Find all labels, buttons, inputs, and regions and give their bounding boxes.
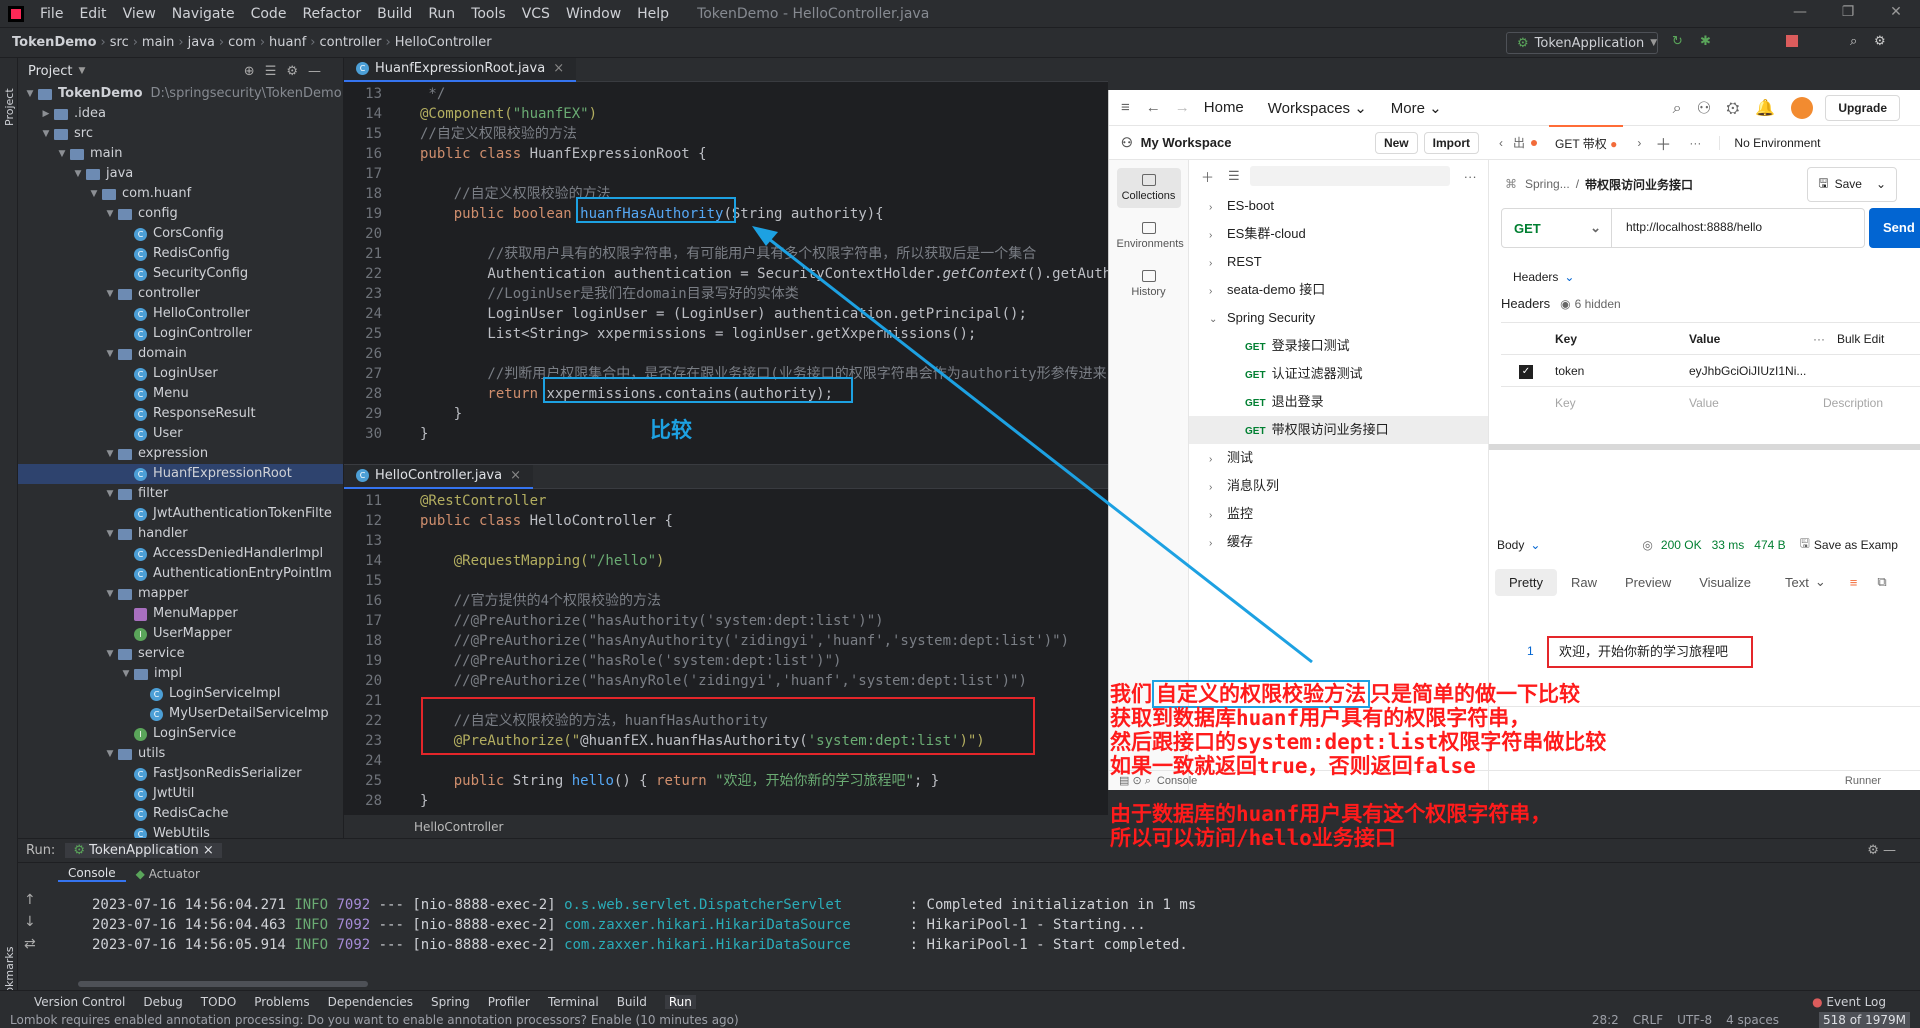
annotation-highlight: 自定义的权限校验方法 [1152,680,1370,708]
annotation-line: 然后跟接口的system:dept:list权限字符串做比较 [1110,730,1606,754]
annotation-text: 然后跟接口的system:dept:list权限字符串做比较 [1110,730,1607,754]
annotation-line: 所以可以访问/hello业务接口 [1110,826,1396,850]
annotation-arrow [752,226,1313,664]
annotation-line: 由于数据库的huanf用户具有这个权限字符串， [1110,802,1552,826]
annotation-text: 获取到数据库huanf用户具有的权限字符串， [1110,706,1531,730]
annotation-paragraph-1: 我们 自定义的权限校验方法 只是简单的做一下比较 获取到数据库huanf用户具有的权限… [1110,680,1606,778]
annotation-line: 获取到数据库huanf用户具有的权限字符串， [1110,706,1606,730]
annotation-line: 如果一致就返回true，否则返回false [1110,754,1606,778]
annotation-text: 只是简单的做一下比较 [1370,682,1580,706]
annotation-text: 我们 [1110,682,1152,706]
arrow-line [759,230,1313,664]
annotation-text: 如果一致就返回true，否则返回false [1110,754,1476,778]
annotation-line: 我们 自定义的权限校验方法 只是简单的做一下比较 [1110,680,1606,708]
annotation-paragraph-2: 由于数据库的huanf用户具有这个权限字符串， 所以可以访问/hello业务接口 [1110,802,1551,850]
